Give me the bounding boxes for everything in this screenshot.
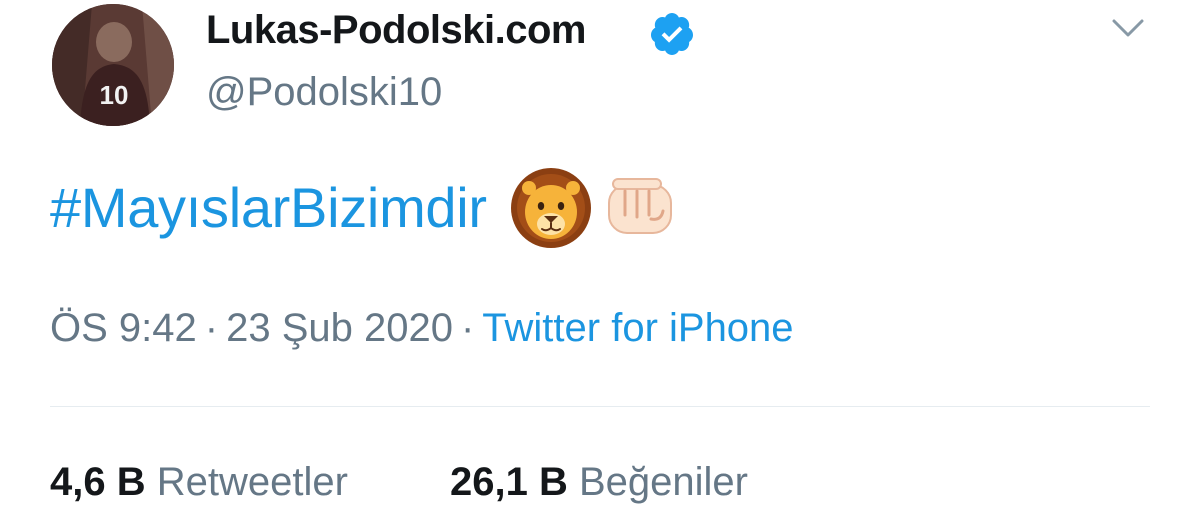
- tweet-meta: ÖS 9:42 · 23 Şub 2020 · Twitter for iPhone: [50, 300, 794, 356]
- likes-label: Beğeniler: [578, 460, 748, 504]
- author-display-name[interactable]: Lukas-Podolski.com: [206, 4, 586, 56]
- tweet-time[interactable]: ÖS 9:42: [50, 306, 197, 350]
- tweet-source-link[interactable]: Twitter for iPhone: [482, 306, 793, 350]
- chevron-down-icon[interactable]: [1108, 8, 1148, 48]
- author-handle[interactable]: @Podolski10: [206, 66, 442, 118]
- retweets-count: 4,6 B: [50, 460, 146, 504]
- meta-separator: ·: [204, 306, 219, 350]
- oncoming-fist-emoji: [607, 178, 672, 234]
- tweet-date[interactable]: 23 Şub 2020: [226, 306, 453, 350]
- tweet-card: 10 Lukas-Podolski.com @Podolski10 #Mayıs…: [0, 0, 1200, 528]
- avatar-jersey-number: 10: [100, 80, 129, 110]
- likes-count: 26,1 B: [450, 460, 568, 504]
- likes-stat[interactable]: 26,1 B Beğeniler: [450, 456, 748, 508]
- retweets-stat[interactable]: 4,6 B Retweetler: [50, 456, 348, 508]
- avatar-image: 10: [52, 4, 174, 126]
- verified-badge-icon: [650, 13, 693, 55]
- avatar[interactable]: 10: [52, 4, 174, 126]
- retweets-label: Retweetler: [156, 460, 348, 504]
- lion-face-emoji: [510, 168, 591, 248]
- tweet-text: #MayıslarBizimdir: [50, 168, 677, 248]
- divider: [50, 406, 1150, 407]
- meta-separator-2: ·: [460, 306, 475, 350]
- hashtag-link[interactable]: #MayıslarBizimdir: [50, 173, 487, 243]
